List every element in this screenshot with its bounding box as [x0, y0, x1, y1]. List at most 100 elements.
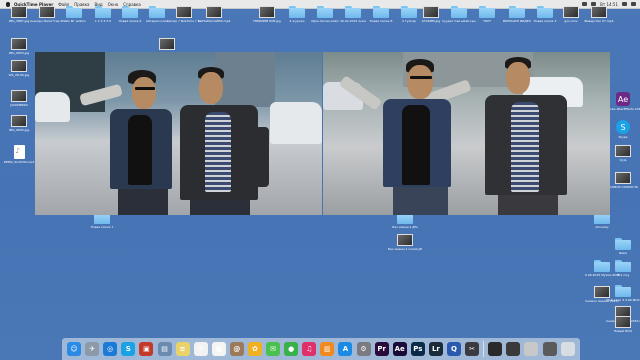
desktop-icon-label: Amnesty — [595, 225, 609, 229]
folder-icon — [317, 6, 333, 18]
folder-icon — [451, 6, 467, 18]
contacts-icon[interactable]: @ — [229, 342, 244, 356]
desktop-icon[interactable]: 2dd3e6Scnx6El4.mp4 — [197, 6, 231, 23]
image-thumbnail-icon — [563, 6, 579, 18]
downloads-stack-icon[interactable] — [488, 342, 503, 356]
desktop-icon[interactable]: 6.06.2015 Мухим ФОТОСЕССИЯ — [585, 260, 619, 277]
person-left — [79, 67, 172, 215]
reminders-icon[interactable]: ☰ — [193, 342, 208, 356]
video-stack-icon[interactable] — [542, 342, 557, 356]
desktop-icon-label: Без имени-1.JPG — [392, 225, 418, 229]
folder-icon — [149, 6, 165, 18]
desktop-icon[interactable]: DEMO_SLX03IS.mp3 — [2, 145, 36, 164]
desktop-icon[interactable]: IMG_9833.jpg — [2, 38, 36, 55]
desktop-icon-label: Skype — [618, 135, 628, 139]
person-right — [175, 67, 280, 215]
folder-icon — [509, 6, 525, 18]
desktop-icon-label: JACKOBSSN — [10, 103, 28, 107]
desktop-icon[interactable]: JACKOBSSN — [2, 90, 36, 107]
folder-icon — [66, 6, 82, 18]
photo-booth-icon[interactable]: ▣ — [139, 342, 154, 356]
desktop-icon-label: Снимок экрана 2015-0...1.26.31 — [585, 299, 619, 303]
desktop-icon-label: 2dd3e6Scnx6El4.mp4 — [197, 19, 231, 23]
desktop-icon-label: Oyla — [619, 158, 627, 162]
image-thumbnail-icon — [11, 115, 27, 127]
video-frame — [35, 52, 322, 215]
folder-icon — [615, 238, 631, 250]
calendar-icon[interactable]: ▦ — [211, 342, 226, 356]
desktop-icon[interactable]: Ампир ♪ Nokhcho ♪ Kuz...mp3 — [167, 6, 201, 23]
desktop-icon[interactable]: ТОРТ — [470, 6, 504, 23]
desktop-icon-label: 6.06.2015 Мухим ФОТОСЕССИЯ — [585, 273, 619, 277]
desktop-icon-label: Новый DIVX — [613, 329, 633, 333]
desktop-icon[interactable]: Снимок экрана 2015-0...1.26.31 — [585, 286, 619, 303]
screenshot-stack-icon[interactable] — [524, 342, 539, 356]
final-cut-icon[interactable]: ✂ — [465, 342, 480, 356]
image-thumbnail-icon — [615, 316, 631, 328]
desktop-icon-label: Виварство 07.mp4 — [584, 19, 614, 23]
image-thumbnail-icon — [423, 6, 439, 18]
after-effects-icon[interactable]: Ae — [392, 342, 407, 356]
desktop-icon[interactable]: ЗАПИСИ СКОРОСТЬ — [606, 172, 640, 189]
itunes-icon[interactable]: ♫ — [302, 342, 317, 356]
finder-icon[interactable]: ☺ — [67, 342, 82, 356]
desktop-icon[interactable]: Oyla — [606, 145, 640, 162]
desktop-icon-label: FREDWEB Кlift.jpg — [253, 19, 281, 23]
image-thumbnail-icon — [11, 38, 27, 50]
desktop-icon[interactable]: Виварство 07.mp4 — [582, 6, 616, 23]
image-thumbnail-icon — [615, 145, 631, 157]
image-thumbnail-icon — [159, 38, 175, 50]
spotlight-icon[interactable] — [622, 2, 627, 6]
launchpad-icon[interactable]: ✈ — [85, 342, 100, 356]
notification-center-icon[interactable] — [631, 2, 636, 6]
messages-icon[interactable]: ✉ — [266, 342, 281, 356]
dock-separator — [483, 341, 485, 357]
safari-icon[interactable]: ◎ — [103, 342, 118, 356]
desktop-icon[interactable]: FREDWEB Кlift.jpg — [250, 6, 284, 23]
folder-icon — [122, 6, 138, 18]
quicktime-player-right[interactable] — [323, 52, 610, 215]
folder-icon — [479, 6, 495, 18]
skype-icon[interactable]: S — [121, 342, 136, 356]
quicktime-icon[interactable]: Q — [447, 342, 462, 356]
skype-icon: S — [616, 120, 630, 134]
facetime-icon[interactable]: ● — [284, 342, 299, 356]
desktop-icon[interactable]: Без имени-1 копия.JPG — [388, 234, 422, 251]
notes-icon[interactable]: ≡ — [175, 342, 190, 356]
trash-icon[interactable] — [560, 342, 575, 356]
desktop-icon-label: IMG_9843.jpg — [8, 128, 30, 132]
desktop-icon-label: Без имени-1 копия.JPG — [388, 247, 422, 251]
desktop-icon[interactable]: Новый DIVX — [606, 316, 640, 333]
image-thumbnail-icon — [591, 6, 607, 18]
desktop-icon[interactable]: Ae Adobe AfterEffects CS6 — [606, 92, 640, 111]
photoshop-icon[interactable]: Ps — [410, 342, 425, 356]
app-store-icon[interactable]: A — [338, 342, 353, 356]
folder-icon — [373, 6, 389, 18]
documents-stack-icon[interactable] — [506, 342, 521, 356]
person-left — [338, 57, 473, 215]
folder-icon — [345, 6, 361, 18]
video-frame — [323, 52, 610, 215]
image-thumbnail-icon — [176, 6, 192, 18]
image-thumbnail-icon — [594, 286, 610, 298]
desktop-icon-label: Новая папка 7 — [90, 225, 114, 229]
quicktime-player-left[interactable] — [35, 52, 322, 215]
audio-file-icon — [13, 145, 25, 159]
image-thumbnail-icon — [206, 6, 222, 18]
desktop-icon[interactable]: WS_28-06.jpg — [2, 60, 36, 77]
image-thumbnail-icon — [11, 6, 27, 18]
desktop-icon[interactable]: IMG_9843.jpg — [2, 115, 36, 132]
system-preferences-icon[interactable]: ⚙ — [356, 342, 371, 356]
person-right — [473, 57, 583, 215]
ibooks-icon[interactable]: ▥ — [320, 342, 335, 356]
image-thumbnail-icon — [615, 172, 631, 184]
dock: ☺ ✈ ◎ S ▣ ▤ ≡ ☰ ▦ @ ✿ ✉ ● ♫ ▥ A ⚙ Pr Ae Ps Lr Q ✂ — [62, 338, 580, 360]
desktop-icon-label: ЗАПИСИ СКОРОСТЬ — [607, 185, 639, 189]
lightroom-icon[interactable]: Lr — [428, 342, 443, 356]
desktop-icon[interactable]: Nebij — [606, 238, 640, 255]
desktop-icon[interactable]: S Skype — [606, 120, 640, 139]
photos-icon[interactable]: ✿ — [247, 342, 262, 356]
preview-icon[interactable]: ▤ — [157, 342, 172, 356]
desktop-icon-label: IMG_9833.jpg — [8, 51, 30, 55]
premiere-icon[interactable]: Pr — [374, 342, 389, 356]
